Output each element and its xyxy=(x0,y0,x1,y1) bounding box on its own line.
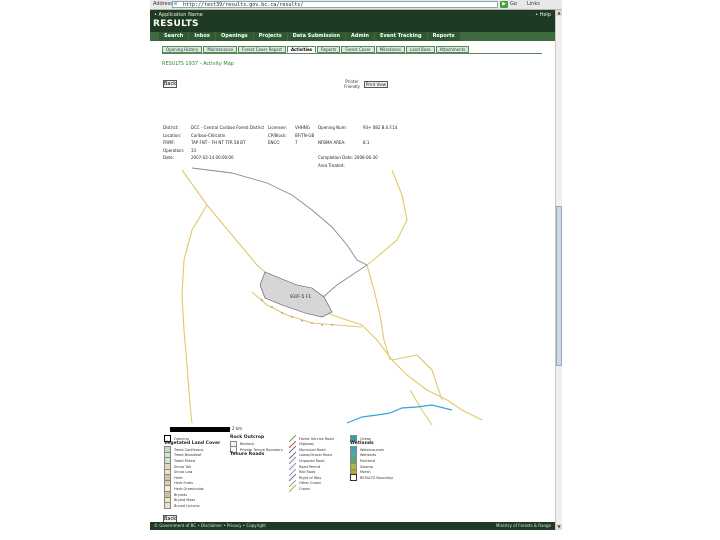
main-roads xyxy=(181,169,483,425)
info-value: 7 xyxy=(295,140,298,145)
nav-item-search[interactable]: Search xyxy=(159,32,189,41)
info-label: District: xyxy=(163,125,179,130)
legend-item: Vegetated Land Cover xyxy=(164,441,220,446)
river xyxy=(346,404,453,424)
legend-line-icon xyxy=(289,485,296,493)
footer-links[interactable]: © Government of BC • Disclaimer • Privac… xyxy=(154,523,266,528)
tab-attachments[interactable]: Attachments xyxy=(435,46,470,53)
tab-forest-cover-report[interactable]: Forest Cover Report xyxy=(238,46,286,53)
map-legend: Opening Vegetated Land Cover Treed Conifer… xyxy=(164,435,544,513)
app-footer: © Government of BC • Disclaimer • Privac… xyxy=(150,522,555,530)
nav-item-inbox[interactable]: Inbox xyxy=(189,32,216,41)
info-label: Location: xyxy=(163,132,182,138)
tab-land-base[interactable]: Land Base xyxy=(405,46,435,53)
scroll-thumb[interactable] xyxy=(556,206,562,366)
vertical-scrollbar[interactable]: ▲ ▼ xyxy=(555,10,562,530)
links-label[interactable]: Links xyxy=(527,1,540,7)
info-value: VHHNG xyxy=(295,125,310,130)
application-name[interactable]: • Application Name xyxy=(154,12,203,18)
nav-item-projects[interactable]: Projects xyxy=(253,32,287,41)
info-value: 33 xyxy=(191,147,197,153)
legend-label: Vegetated Land Cover xyxy=(164,440,221,446)
info-label: Date: xyxy=(163,155,174,160)
legend-item: Wetlands xyxy=(350,441,374,446)
tab-activities[interactable]: Activities xyxy=(286,46,317,53)
nav-item-openings[interactable]: Openings xyxy=(216,32,253,41)
legend-label: Tenure Roads xyxy=(230,451,265,457)
tab-maintenance[interactable]: Maintenance xyxy=(203,46,238,53)
activity-map[interactable]: 93/F-5 F1 xyxy=(162,165,552,425)
legend-item: Bryoid Lichens xyxy=(164,502,200,510)
subtab-divider xyxy=(162,53,542,54)
info-label: Opening Num: xyxy=(318,125,347,130)
tab-milestones[interactable]: Milestones xyxy=(375,46,405,53)
legend-item: RESULTS Boundary xyxy=(350,474,394,482)
help-link[interactable]: • Help xyxy=(535,12,551,18)
nav-item-reports[interactable]: Reports xyxy=(427,32,460,41)
legend-label: Bryoid Lichens xyxy=(174,503,200,508)
legend-label: Rock Outcrop xyxy=(230,435,265,440)
scroll-up-icon[interactable]: ▲ xyxy=(556,10,562,16)
tab-opening-history[interactable]: Opening History xyxy=(162,46,203,53)
nav-item-data-submission[interactable]: Data Submission xyxy=(287,32,346,41)
tab-reports[interactable]: Reports xyxy=(317,46,341,53)
page-title: RESULTS 1937 - Activity Map xyxy=(162,61,234,67)
go-button[interactable]: ▶ xyxy=(500,1,508,8)
scale-bar xyxy=(170,427,230,432)
opening-label: 93/F-5 F1 xyxy=(290,294,311,300)
info-value: 2007-03-14 00:00:00 xyxy=(191,155,234,160)
legend-label: Wetlands xyxy=(350,440,374,446)
legend-item: Tenure Roads xyxy=(230,452,264,457)
brand-title: RESULTS xyxy=(153,19,199,29)
main-nav: Search Inbox Openings Projects Data Submissi… xyxy=(150,32,555,41)
legend-item: Rock Outcrop xyxy=(230,435,264,440)
page-icon: e xyxy=(174,1,178,7)
app-header: • Application Name • Help RESULTS xyxy=(150,10,555,32)
info-label: CP/Block: xyxy=(268,132,287,138)
info-value: BF/TN-GB xyxy=(295,132,315,138)
legend-item: Crown xyxy=(289,485,311,493)
legend-label: Crown xyxy=(299,486,311,491)
browser-toolbar: Address http://test39/results.gov.bc.ca/… xyxy=(150,0,562,10)
info-label: Operation: xyxy=(163,147,185,153)
info-value: Cariboo-Chilcotin xyxy=(191,132,226,138)
info-value: DCC - Central Cariboo Forest District xyxy=(191,125,265,130)
nav-item-admin[interactable]: Admin xyxy=(346,32,374,41)
legend-swatch xyxy=(350,474,357,482)
legend-label: RESULTS Boundary xyxy=(360,475,394,480)
info-label: FRMF: xyxy=(163,140,175,145)
address-bar[interactable]: http://test39/results.gov.bc.ca/results/ xyxy=(172,1,498,8)
info-value: TAP FNT – FH NT TFR 58 BT xyxy=(191,140,246,145)
info-value: 8.1 xyxy=(363,140,370,145)
back-button[interactable]: Back xyxy=(163,80,177,88)
go-label[interactable]: Go xyxy=(510,1,517,7)
print-view-button[interactable]: Print View xyxy=(364,81,388,88)
tab-forest-cover[interactable]: Forest Cover xyxy=(341,46,375,53)
info-label: NFBMA AREA: xyxy=(318,140,346,145)
info-label: Licensee: xyxy=(268,125,287,130)
scale-label: 2 km xyxy=(232,426,243,431)
footer-ministry: Ministry of Forests & Range xyxy=(496,523,551,528)
nav-item-event-tracking[interactable]: Event Tracking xyxy=(374,32,427,41)
legend-swatch xyxy=(164,502,171,510)
info-label: Completion Date: 2008-06-30 xyxy=(318,155,378,160)
address-label: Address xyxy=(153,1,173,7)
info-label: ENCC: xyxy=(268,140,281,145)
opening-subtabs: Opening History Maintenance Forest Cover R… xyxy=(162,46,470,53)
info-value: 93+ 082 B.0.F.14 xyxy=(363,125,398,130)
scroll-down-icon[interactable]: ▼ xyxy=(556,524,562,530)
printer-friendly-label: Printer Friendly xyxy=(344,79,360,89)
results-app: • Application Name • Help RESULTS Search… xyxy=(150,10,555,530)
